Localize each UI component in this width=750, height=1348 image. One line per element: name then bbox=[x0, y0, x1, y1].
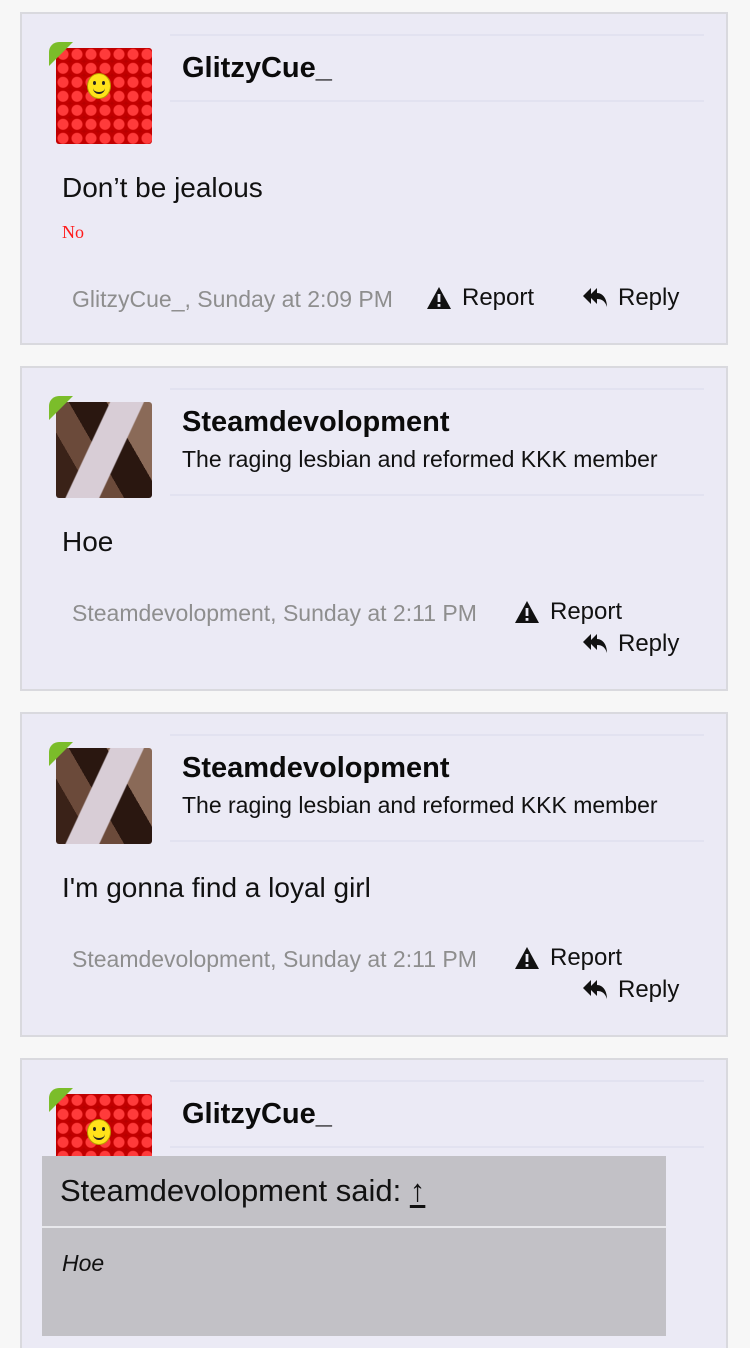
online-indicator-icon bbox=[49, 42, 73, 66]
reply-all-arrow-icon bbox=[583, 288, 607, 307]
reply-button[interactable]: Reply bbox=[582, 976, 679, 1004]
post-item: GlitzyCue_ Don’t be jealous No GlitzyCue… bbox=[20, 12, 728, 345]
reply-label: Reply bbox=[618, 976, 680, 1003]
smiley-face-icon bbox=[87, 73, 111, 99]
username[interactable]: Steamdevolopment bbox=[182, 406, 450, 439]
online-indicator-icon bbox=[49, 396, 73, 420]
reply-all-arrow-icon bbox=[583, 634, 607, 653]
post-meta[interactable]: Steamdevolopment, Sunday at 2:11 PM bbox=[72, 600, 477, 627]
reply-label: Reply bbox=[618, 630, 680, 657]
post-user-header: GlitzyCue_ bbox=[170, 1080, 704, 1148]
reply-button[interactable]: Reply bbox=[582, 630, 679, 658]
report-label: Report bbox=[462, 284, 535, 311]
username[interactable]: Steamdevolopment bbox=[182, 752, 450, 785]
post-meta[interactable]: GlitzyCue_, Sunday at 2:09 PM bbox=[72, 286, 393, 313]
post-user-header: Steamdevolopment The raging lesbian and … bbox=[170, 734, 704, 842]
post-message: Hoe bbox=[62, 526, 114, 557]
reply-button[interactable]: Reply bbox=[582, 284, 679, 312]
warning-triangle-icon bbox=[427, 287, 451, 309]
online-indicator-icon bbox=[49, 742, 73, 766]
quote-header: Steamdevolopment said: ↑ bbox=[42, 1156, 666, 1228]
report-button[interactable]: Report bbox=[514, 598, 622, 626]
user-avatar[interactable] bbox=[49, 742, 152, 844]
user-signature: No bbox=[62, 222, 84, 242]
user-title: The raging lesbian and reformed KKK memb… bbox=[182, 446, 658, 472]
report-label: Report bbox=[550, 944, 623, 971]
jump-to-quote-arrow-icon[interactable]: ↑ bbox=[410, 1173, 426, 1208]
post-item: Steamdevolopment The raging lesbian and … bbox=[20, 366, 728, 691]
username[interactable]: GlitzyCue_ bbox=[182, 1098, 332, 1131]
username[interactable]: GlitzyCue_ bbox=[182, 52, 332, 85]
post-user-header: GlitzyCue_ bbox=[170, 34, 704, 102]
user-avatar[interactable] bbox=[49, 396, 152, 498]
quote-author: Steamdevolopment said: bbox=[60, 1173, 402, 1208]
warning-triangle-icon bbox=[515, 947, 539, 969]
report-button[interactable]: Report bbox=[426, 284, 534, 312]
online-indicator-icon bbox=[49, 1088, 73, 1112]
report-label: Report bbox=[550, 598, 623, 625]
post-message: Don’t be jealous bbox=[62, 172, 263, 203]
post-meta[interactable]: Steamdevolopment, Sunday at 2:11 PM bbox=[72, 946, 477, 973]
reply-all-arrow-icon bbox=[583, 980, 607, 999]
post-user-header: Steamdevolopment The raging lesbian and … bbox=[170, 388, 704, 496]
report-button[interactable]: Report bbox=[514, 944, 622, 972]
user-avatar[interactable] bbox=[49, 42, 152, 144]
quote-block: Steamdevolopment said: ↑ Hoe bbox=[42, 1156, 666, 1336]
post-item: Steamdevolopment The raging lesbian and … bbox=[20, 712, 728, 1037]
reply-label: Reply bbox=[618, 284, 680, 311]
post-message: I'm gonna find a loyal girl bbox=[62, 872, 371, 903]
quote-text: Hoe bbox=[62, 1250, 105, 1276]
smiley-face-icon bbox=[87, 1119, 111, 1145]
user-title: The raging lesbian and reformed KKK memb… bbox=[182, 792, 658, 818]
warning-triangle-icon bbox=[515, 601, 539, 623]
